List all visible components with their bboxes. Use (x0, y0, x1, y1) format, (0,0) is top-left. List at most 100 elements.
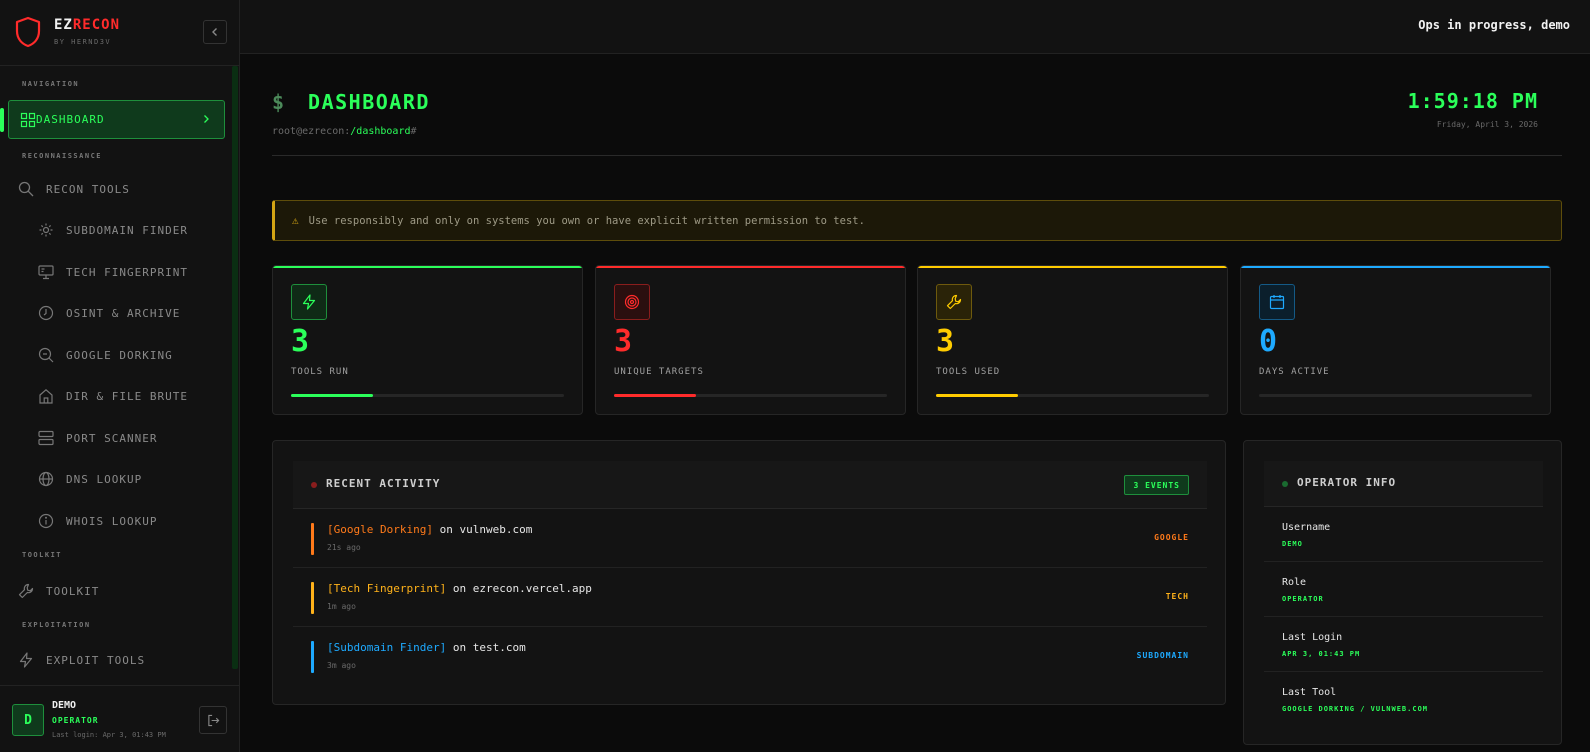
card-accent-line (918, 266, 1227, 268)
sidebar-item-label: DNS LOOKUP (66, 472, 143, 486)
activity-text: [Tech Fingerprint] on ezrecon.vercel.app (327, 582, 592, 595)
section-toolkit: TOOLKIT (22, 551, 63, 559)
activity-tool: [Subdomain Finder] (327, 641, 447, 654)
activity-text: [Subdomain Finder] on test.com (327, 641, 526, 654)
server-icon (38, 430, 54, 446)
brand-subtitle: BY HERND3V (54, 38, 112, 46)
section-reconnaissance: RECONNAISSANCE (22, 152, 103, 160)
activity-color-bar (311, 582, 314, 614)
bolt-icon (302, 294, 316, 310)
activity-row[interactable]: [Google Dorking] on vulnweb.com 21s ago … (293, 509, 1207, 568)
logout-button[interactable] (199, 706, 227, 734)
activity-tag: GOOGLE (1154, 533, 1189, 542)
breadcrumb-prefix: root@ezrecon: (272, 126, 351, 137)
stat-card-tools-used: 3 TOOLS USED (917, 265, 1228, 415)
operator-value: GOOGLE DORKING / VULNWEB.COM (1282, 705, 1429, 713)
breadcrumb-path: /dashboard (350, 126, 411, 137)
operator-key: Last Login (1282, 632, 1343, 643)
breadcrumb: root@ezrecon:/dashboard# (272, 126, 417, 137)
clock-date: Friday, April 3, 2026 (1436, 120, 1538, 129)
user-name: DEMO (52, 700, 77, 711)
stat-label: DAYS ACTIVE (1259, 367, 1330, 377)
search-circle-icon (38, 347, 54, 363)
globe-icon (38, 471, 54, 487)
card-accent-line (596, 266, 905, 268)
clock-icon (38, 305, 54, 321)
activity-color-bar (311, 523, 314, 555)
operator-key: Username (1282, 522, 1331, 533)
card-icon-box (614, 284, 650, 320)
stat-progress-track (936, 394, 1209, 397)
operator-key: Role (1282, 577, 1307, 588)
warning-text: Use responsibly and only on systems you … (308, 214, 865, 227)
activity-time: 1m ago (327, 602, 356, 611)
chevron-right-icon (204, 115, 209, 123)
section-navigation: NAVIGATION (22, 80, 80, 88)
status-dot (311, 482, 317, 488)
activity-time: 3m ago (327, 661, 356, 670)
search-icon (18, 181, 34, 197)
ops-status-text: Ops in progress, demo (1418, 18, 1570, 32)
stat-label: UNIQUE TARGETS (614, 367, 704, 377)
header-divider (272, 155, 1562, 156)
operator-value: DEMO (1282, 540, 1303, 548)
card-accent-line (1241, 266, 1550, 268)
stat-progress-fill (614, 394, 696, 397)
sidebar-user-panel: D DEMO OPERATOR Last login: Apr 3, 01:43… (0, 685, 240, 752)
warning-banner: ⚠ Use responsibly and only on systems yo… (272, 200, 1562, 241)
brand-name: EZRECON (54, 17, 120, 33)
activity-connector: on (446, 582, 473, 595)
stat-value: 0 (1259, 324, 1278, 359)
sidebar-item-label: SUBDOMAIN FINDER (66, 223, 188, 237)
stat-progress-track (291, 394, 564, 397)
stat-value: 3 (614, 324, 633, 359)
sidebar-item-exploit-tools[interactable]: EXPLOIT TOOLS (18, 652, 145, 668)
card-icon-box (291, 284, 327, 320)
stat-card-days-active: 0 DAYS ACTIVE (1240, 265, 1551, 415)
activity-tag: TECH (1165, 592, 1189, 601)
collapse-sidebar-button[interactable] (203, 20, 227, 44)
sidebar-item-dns-lookup[interactable]: DNS LOOKUP (38, 471, 142, 487)
activity-color-bar (311, 641, 314, 673)
sidebar-item-whois-lookup[interactable]: WHOIS LOOKUP (38, 513, 157, 529)
sun-gear-icon (39, 223, 53, 237)
sidebar-item-label: PORT SCANNER (66, 431, 158, 445)
target-icon (624, 294, 640, 310)
activity-target: vulnweb.com (459, 523, 533, 536)
stat-card-unique-targets: 3 UNIQUE TARGETS (595, 265, 906, 415)
sidebar-item-osint-archive[interactable]: OSINT & ARCHIVE (38, 305, 180, 321)
breadcrumb-suffix: # (410, 126, 417, 137)
card-icon-box (936, 284, 972, 320)
sidebar-item-dir-file-brute[interactable]: DIR & FILE BRUTE (38, 388, 188, 404)
activity-tool: [Google Dorking] (327, 523, 433, 536)
sidebar-item-label: EXPLOIT TOOLS (46, 653, 146, 667)
sidebar-item-google-dorking[interactable]: GOOGLE DORKING (38, 347, 173, 363)
sidebar-item-toolkit[interactable]: TOOLKIT (18, 583, 99, 599)
activity-connector: on (432, 523, 460, 536)
sidebar-item-recon-tools[interactable]: RECON TOOLS (18, 181, 130, 197)
activity-row[interactable]: [Subdomain Finder] on test.com 3m ago SU… (293, 627, 1207, 686)
stat-progress-fill (936, 394, 1018, 397)
sidebar-item-port-scanner[interactable]: PORT SCANNER (38, 430, 157, 446)
status-dot (1282, 481, 1288, 487)
shield-logo-icon (15, 16, 41, 48)
home-folder-icon (39, 389, 53, 404)
stat-label: TOOLS USED (936, 367, 1001, 377)
stat-value: 3 (291, 324, 310, 359)
user-last-login: Last login: Apr 3, 01:43 PM (52, 731, 166, 739)
stat-progress-fill (291, 394, 373, 397)
activity-row[interactable]: [Tech Fingerprint] on ezrecon.vercel.app… (293, 568, 1207, 627)
bolt-icon (19, 652, 33, 668)
sidebar-item-subdomain-finder[interactable]: SUBDOMAIN FINDER (38, 222, 188, 238)
activity-target: ezrecon.vercel.app (472, 582, 592, 595)
sidebar-item-tech-fingerprint[interactable]: TECH FINGERPRINT (38, 264, 188, 280)
stat-label: TOOLS RUN (291, 367, 349, 377)
section-exploitation: EXPLOITATION (22, 621, 91, 629)
sidebar-scrollbar[interactable] (232, 66, 238, 669)
activity-tool: [Tech Fingerprint] (327, 582, 447, 595)
sidebar-item-label: OSINT & ARCHIVE (66, 306, 181, 320)
operator-row-last-login: Last Login APR 3, 01:43 PM (1264, 617, 1543, 672)
sidebar-item-dashboard[interactable]: DASHBOARD (8, 100, 225, 139)
wrench-icon (946, 294, 962, 310)
sidebar-item-label: DIR & FILE BRUTE (66, 389, 188, 403)
